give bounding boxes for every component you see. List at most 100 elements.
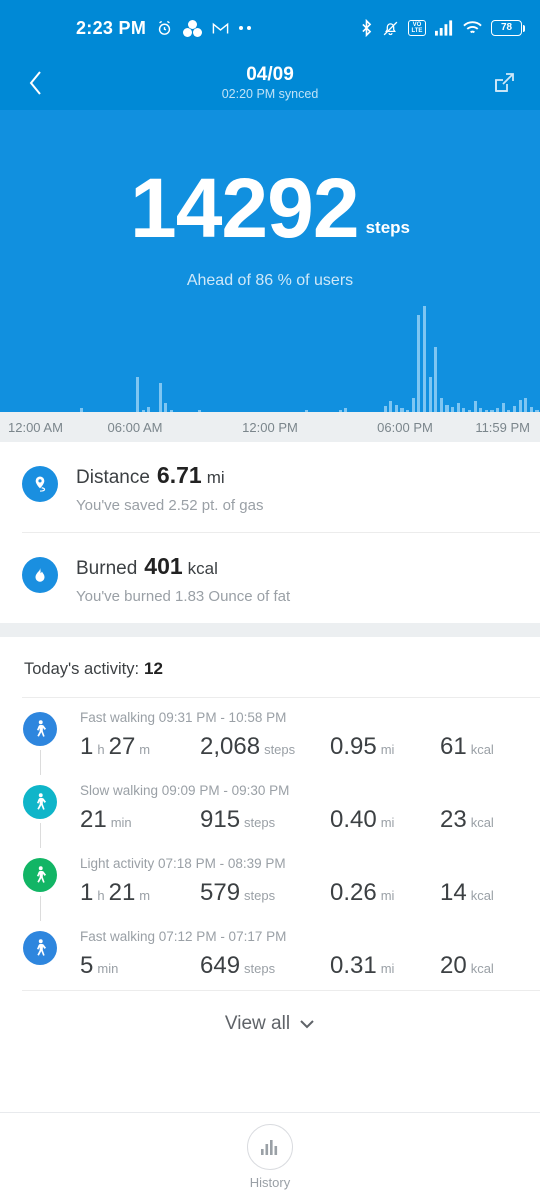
activity-steps-value: 579	[200, 879, 241, 906]
page-title: 04/09	[246, 63, 294, 85]
volte-icon: VO LTE	[408, 20, 426, 36]
distance-unit: mi	[206, 468, 225, 487]
light-activity-icon	[23, 858, 57, 892]
activity-duration-unit: min	[110, 815, 132, 830]
activity-steps-unit: steps	[244, 888, 276, 903]
burned-value: 401	[144, 553, 183, 579]
burned-sub: You've burned 1.83 Ounce of fat	[76, 588, 291, 605]
activity-calories: 14 kcal	[440, 879, 530, 907]
history-label: History	[249, 1174, 291, 1190]
activity-body: Fast walking 09:31 PM - 10:58 PM 1 h 27 m 2,0…	[80, 706, 540, 761]
chart-bar	[439, 397, 443, 412]
distance-main: Distance 6.71 mi	[76, 462, 263, 489]
activity-distance-unit: mi	[380, 742, 395, 757]
view-all-button[interactable]: View all	[0, 991, 540, 1061]
activity-duration-value: 1	[80, 879, 94, 906]
share-button[interactable]	[484, 63, 524, 103]
summary-card: Distance 6.71 mi You've saved 2.52 pt. o…	[0, 442, 540, 623]
activity-calories-value: 23	[440, 806, 467, 833]
activity-distance-unit: mi	[380, 961, 395, 976]
activity-distance: 0.26 mi	[330, 879, 440, 907]
steps-unit: steps	[365, 218, 410, 237]
activity-steps: 579 steps	[200, 879, 330, 907]
distance-text: Distance 6.71 mi You've saved 2.52 pt. o…	[76, 462, 263, 514]
activity-calories: 23 kcal	[440, 806, 530, 834]
activity-duration: 5 min	[80, 952, 200, 980]
activity-duration: 1 h 27 m	[80, 733, 200, 761]
header-titles: 04/09 02:20 PM synced	[0, 64, 540, 103]
activity-list: Fast walking 09:31 PM - 10:58 PM 1 h 27 m 2,0…	[0, 698, 540, 990]
view-all-label: View all	[224, 1013, 291, 1034]
status-bar: 2:23 PM VO LTE 78	[0, 0, 540, 56]
activity-distance: 0.95 mi	[330, 733, 440, 761]
chart-bar	[518, 400, 522, 412]
activity-calories-unit: kcal	[470, 888, 494, 903]
activity-item[interactable]: Fast walking 09:31 PM - 10:58 PM 1 h 27 m 2,0…	[0, 698, 540, 775]
history-button[interactable]	[247, 1123, 293, 1170]
chart-bar	[164, 402, 168, 412]
activity-steps-unit: steps	[264, 742, 296, 757]
bar-chart-icon	[261, 1139, 278, 1155]
gmail-icon	[212, 22, 229, 35]
alarm-icon	[156, 20, 173, 37]
step-distribution-chart	[0, 300, 540, 412]
bottom-bar: History	[0, 1112, 540, 1200]
chart-bar	[417, 315, 421, 412]
activity-calories-unit: kcal	[470, 961, 494, 976]
activity-item[interactable]: Light activity 07:18 PM - 08:39 PM 1 h 21 m 5…	[0, 844, 540, 921]
mute-bell-icon	[382, 20, 399, 37]
axis-tick-label: 06:00 AM	[107, 419, 163, 435]
distance-sub: You've saved 2.52 pt. of gas	[76, 497, 264, 514]
activity-duration-unit: h	[97, 742, 105, 757]
activity-item[interactable]: Slow walking 09:09 PM - 09:30 PM 21 min 915…	[0, 771, 540, 848]
clover-icon	[183, 19, 203, 37]
fast-walking-icon	[23, 931, 57, 965]
burned-main: Burned 401 kcal	[76, 553, 290, 580]
activity-heading-label: Today's activity:	[24, 660, 140, 678]
status-bar-left: 2:23 PM	[18, 18, 360, 39]
section-separator	[0, 623, 540, 637]
chart-bar	[434, 347, 438, 412]
chart-bar	[411, 397, 415, 412]
axis-tick-label: 06:00 PM	[377, 419, 433, 435]
activity-distance-unit: mi	[380, 888, 395, 903]
activity-distance: 0.40 mi	[330, 806, 440, 834]
activity-duration-unit: h	[97, 888, 105, 903]
activity-icon-column	[0, 852, 80, 921]
battery-icon: 78	[491, 20, 525, 36]
activity-distance: 0.31 mi	[330, 952, 440, 980]
activity-stats: 5 min 649 steps 0.31 mi 20 kcal	[80, 952, 530, 980]
steps-hero: 14292 steps Ahead of 86 % of users	[0, 110, 540, 412]
activity-distance-value: 0.26	[330, 879, 377, 906]
app-screen: 2:23 PM VO LTE 78 04/09 02:20 PM synced …	[0, 0, 540, 1200]
activity-duration-value2: 21	[108, 879, 136, 906]
chart-bar	[428, 376, 432, 412]
rank-text: Ahead of 86 % of users	[186, 272, 354, 289]
activity-body: Fast walking 07:12 PM - 07:17 PM 5 min 649 s…	[80, 925, 540, 980]
axis-tick-label: 11:59 PM	[475, 419, 530, 435]
activity-icon-column	[0, 779, 80, 848]
burned-row[interactable]: Burned 401 kcal You've burned 1.83 Ounce…	[0, 533, 540, 623]
activity-title: Light activity 07:18 PM - 08:39 PM	[80, 856, 286, 871]
burned-text: Burned 401 kcal You've burned 1.83 Ounce…	[76, 553, 290, 605]
wifi-icon	[463, 20, 482, 36]
distance-label: Distance	[76, 467, 150, 488]
activity-duration-unit2: m	[139, 888, 151, 903]
activity-duration-value2: 27	[108, 733, 136, 760]
distance-row[interactable]: Distance 6.71 mi You've saved 2.52 pt. o…	[0, 442, 540, 532]
activity-duration: 21 min	[80, 806, 200, 834]
bluetooth-icon	[360, 19, 373, 37]
activity-body: Light activity 07:18 PM - 08:39 PM 1 h 21 m 5…	[80, 852, 540, 907]
location-pin-icon	[22, 466, 58, 502]
back-button[interactable]	[16, 63, 56, 103]
sync-status: 02:20 PM synced	[221, 86, 319, 101]
chart-bar	[389, 401, 393, 412]
steps-row: 14292 steps	[130, 166, 410, 250]
distance-value: 6.71	[156, 462, 202, 488]
activity-steps: 649 steps	[200, 952, 330, 980]
slow-walking-icon	[23, 785, 57, 819]
activity-item[interactable]: Fast walking 07:12 PM - 07:17 PM 5 min 649 s…	[0, 917, 540, 990]
steps-count: 14292	[129, 161, 360, 255]
activity-calories: 61 kcal	[440, 733, 530, 761]
activity-stats: 21 min 915 steps 0.40 mi 23 kcal	[80, 806, 530, 834]
